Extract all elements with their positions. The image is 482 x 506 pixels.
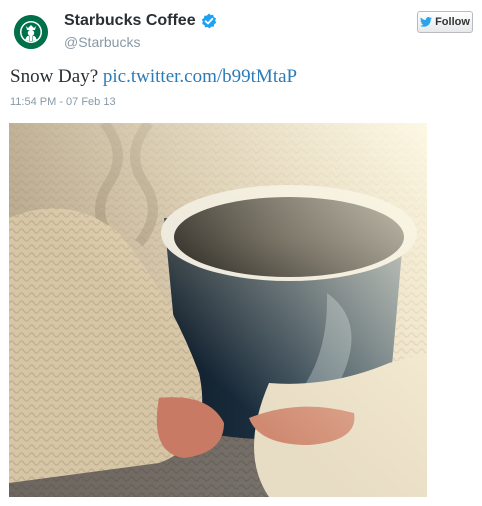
follow-button[interactable]: Follow [417,11,473,33]
account-handle[interactable]: @Starbucks [64,33,140,51]
tweet-text-body: Snow Day? [10,66,99,87]
tweet-text: Snow Day? pic.twitter.com/b99tMtaP [10,64,297,90]
starbucks-siren-logo [14,15,48,49]
tweet-photo[interactable] [9,123,427,497]
follow-label: Follow [435,16,470,28]
account-name[interactable]: Starbucks Coffee [64,11,196,31]
embedded-tweet: Starbucks Coffee @Starbucks Follow Snow … [0,0,482,506]
twitter-bird-icon [420,17,433,27]
verified-badge-icon [201,13,216,29]
coffee-mug-photo [9,123,427,497]
tweet-media-link[interactable]: pic.twitter.com/b99tMtaP [103,66,297,87]
account-name-row[interactable]: Starbucks Coffee [64,11,217,31]
tweet-timestamp[interactable]: 11:54 PM - 07 Feb 13 [10,95,116,109]
avatar[interactable] [14,15,48,49]
